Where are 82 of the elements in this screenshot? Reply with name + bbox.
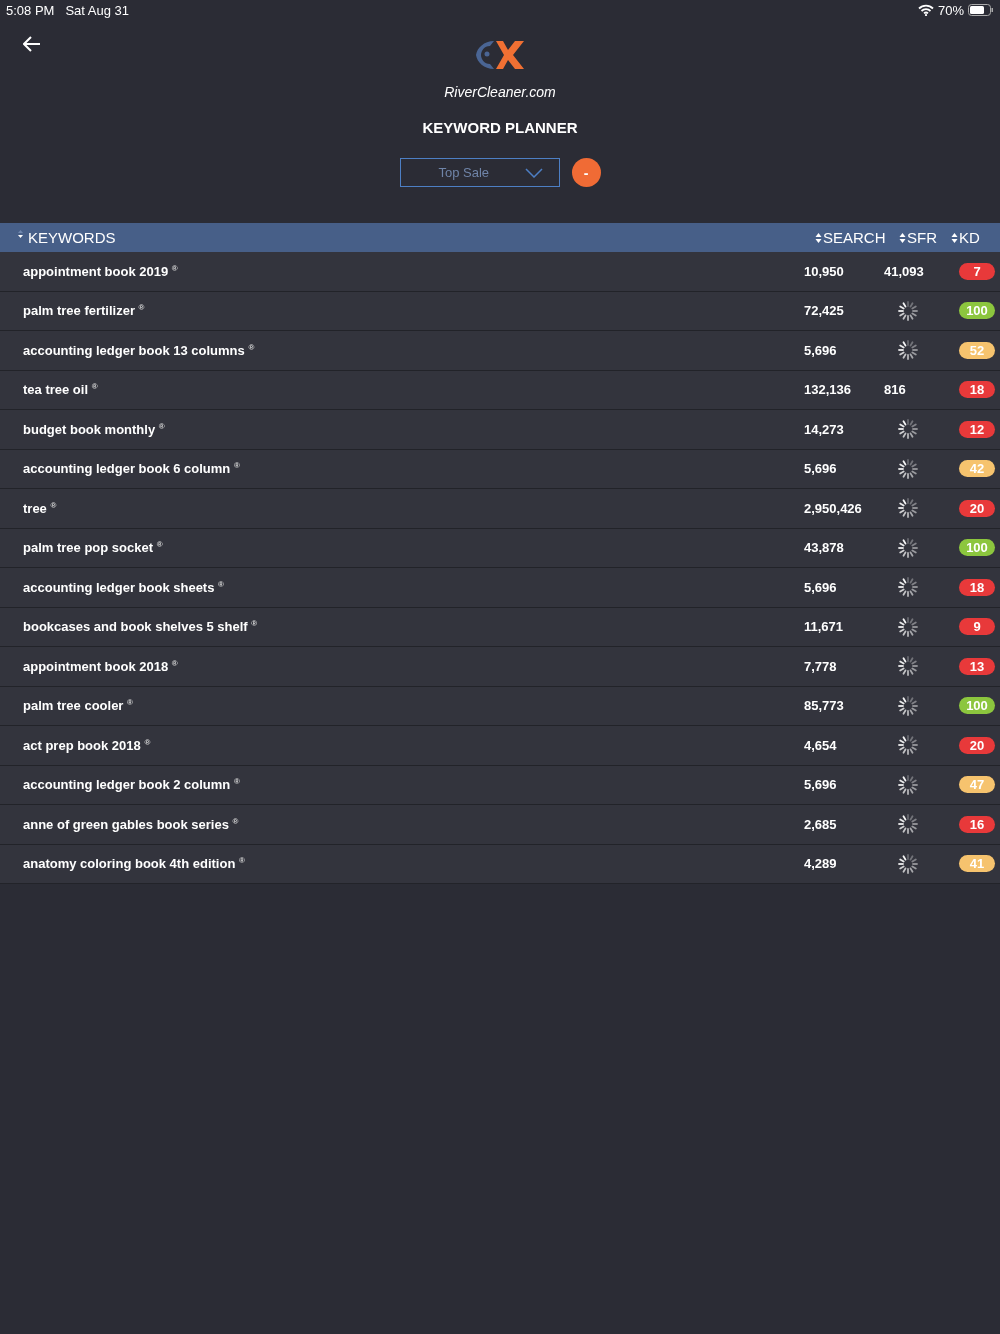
- sfr-cell: 816: [884, 382, 906, 398]
- keyword-cell: anatomy coloring book 4th edition $^{®}$: [23, 856, 245, 872]
- keyword-cell: budget book monthly $^{®}$: [23, 421, 165, 437]
- battery-icon: [968, 4, 994, 16]
- kd-badge: 7: [959, 262, 995, 280]
- kd-badge: 52: [959, 341, 995, 359]
- kd-badge: 13: [959, 657, 995, 675]
- sfr-column-header[interactable]: SFR: [899, 229, 951, 246]
- sort-arrows-icon: [17, 229, 24, 239]
- keyword-cell: appointment book 2019 $^{®}$: [23, 263, 178, 279]
- status-time: 5:08 PM: [6, 2, 55, 18]
- keyword-cell: tree $^{®}$: [23, 500, 57, 516]
- loading-spinner-icon: [898, 419, 918, 440]
- search-column-header[interactable]: SEARCH: [815, 229, 899, 246]
- kd-badge: 18: [959, 381, 995, 399]
- keyword-cell: palm tree pop socket $^{®}$: [23, 540, 163, 556]
- sfr-cell: 41,093: [884, 263, 924, 279]
- loading-spinner-icon: [898, 814, 918, 835]
- kd-badge: 42: [959, 460, 995, 478]
- search-volume-cell: 14,273: [804, 421, 844, 437]
- kd-badge: 20: [959, 736, 995, 754]
- loading-spinner-icon: [898, 853, 918, 874]
- kd-badge: 16: [959, 815, 995, 833]
- kd-badge: 18: [959, 578, 995, 596]
- keyword-cell: accounting ledger book sheets $^{®}$: [23, 579, 224, 595]
- keyword-cell: tea tree oil $^{®}$: [23, 382, 98, 398]
- search-volume-cell: 5,696: [804, 777, 837, 793]
- status-date: Sat Aug 31: [65, 2, 130, 18]
- keyword-cell: appointment book 2018 $^{®}$: [23, 658, 178, 674]
- keyword-cell: anne of green gables book series $^{®}$: [23, 816, 239, 832]
- sort-arrows-icon: [899, 232, 906, 243]
- loading-spinner-icon: [898, 300, 918, 321]
- keyword-cell: accounting ledger book 13 columns $^{®}$: [23, 342, 255, 358]
- search-volume-cell: 43,878: [804, 540, 844, 556]
- wifi-icon: [917, 4, 934, 16]
- search-volume-cell: 132,136: [804, 382, 851, 398]
- keyword-cell: accounting ledger book 6 column $^{®}$: [23, 461, 240, 477]
- loading-spinner-icon: [898, 498, 918, 519]
- sort-arrows-icon: [951, 232, 958, 243]
- search-volume-cell: 5,696: [804, 461, 837, 477]
- keyword-cell: palm tree fertilizer $^{®}$: [23, 303, 145, 319]
- keywords-column-header[interactable]: KEYWORDS: [0, 229, 815, 246]
- kd-badge: 9: [959, 618, 995, 636]
- kd-badge: 100: [959, 302, 995, 320]
- sort-dropdown[interactable]: Top Sale: [399, 158, 560, 187]
- loading-spinner-icon: [898, 616, 918, 637]
- keyword-cell: accounting ledger book 2 column $^{®}$: [23, 777, 240, 793]
- sort-arrows-icon: [815, 232, 822, 243]
- battery-percent: 70%: [937, 2, 964, 18]
- loading-spinner-icon: [898, 695, 918, 716]
- keyword-cell: palm tree cooler $^{®}$: [23, 698, 133, 714]
- search-volume-cell: 72,425: [804, 303, 844, 319]
- back-arrow-icon[interactable]: [23, 36, 41, 52]
- loading-spinner-icon: [898, 577, 918, 598]
- search-volume-cell: 4,654: [804, 737, 837, 753]
- loading-spinner-icon: [898, 774, 918, 795]
- keyword-cell: act prep book 2018 $^{®}$: [23, 737, 151, 753]
- kd-badge: 47: [959, 776, 995, 794]
- chevron-down-icon: [524, 167, 543, 178]
- kd-badge: 20: [959, 499, 995, 517]
- search-volume-cell: 2,685: [804, 816, 837, 832]
- brand-name: RiverCleaner.com: [444, 84, 556, 100]
- kd-badge: 100: [959, 539, 995, 557]
- search-volume-cell: 5,696: [804, 342, 837, 358]
- kd-badge: 100: [959, 697, 995, 715]
- loading-spinner-icon: [898, 656, 918, 677]
- loading-spinner-icon: [898, 735, 918, 756]
- search-volume-cell: 2,950,426: [804, 500, 862, 516]
- search-volume-cell: 7,778: [804, 658, 837, 674]
- search-volume-cell: 11,671: [804, 619, 844, 635]
- loading-spinner-icon: [898, 537, 918, 558]
- keyword-cell: bookcases and book shelves 5 shelf $^{®}$: [23, 619, 258, 635]
- loading-spinner-icon: [898, 340, 918, 361]
- page-title: KEYWORD PLANNER: [422, 119, 578, 136]
- kd-badge: 41: [959, 855, 995, 873]
- search-volume-cell: 10,950: [804, 263, 844, 279]
- loading-spinner-icon: [898, 458, 918, 479]
- search-volume-cell: 5,696: [804, 579, 837, 595]
- kd-column-header[interactable]: KD: [951, 229, 1000, 246]
- search-volume-cell: 85,773: [804, 698, 844, 714]
- search-volume-cell: 4,289: [804, 856, 837, 872]
- kd-badge: 12: [959, 420, 995, 438]
